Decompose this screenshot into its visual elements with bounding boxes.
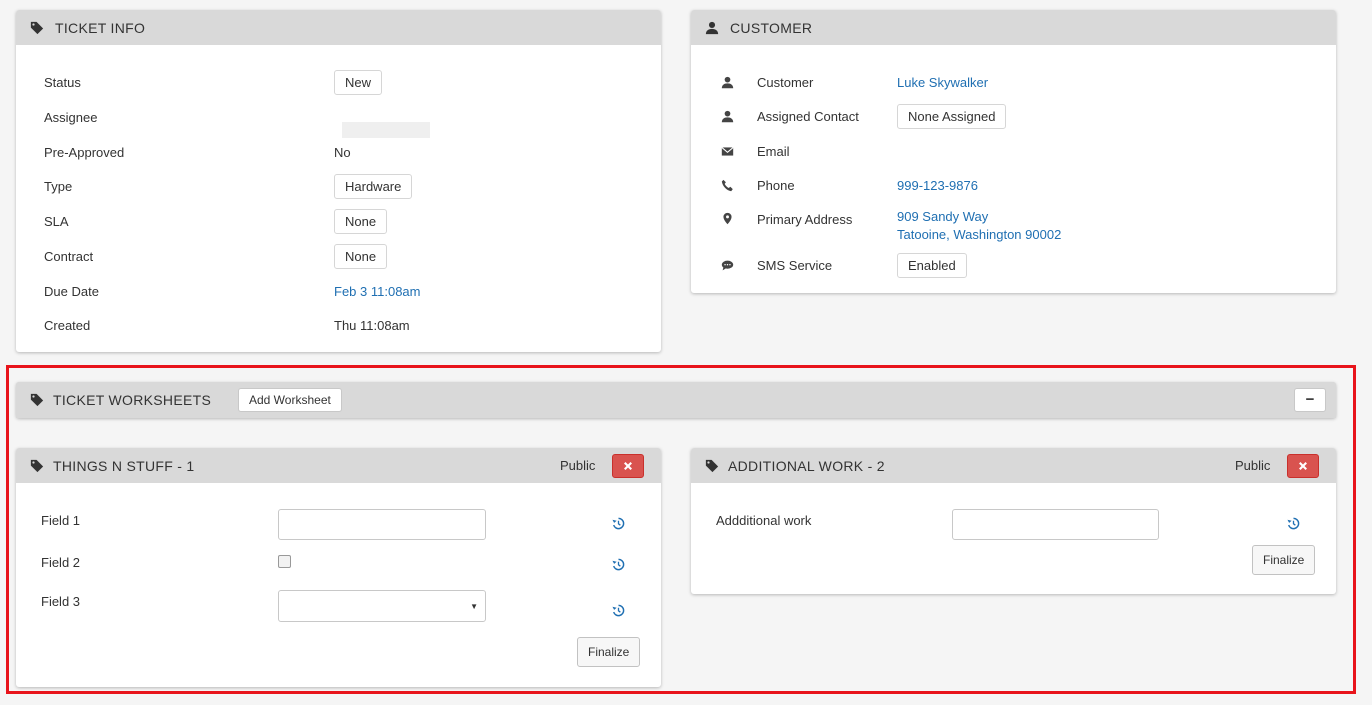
field-2-label: Field 2	[41, 555, 81, 570]
ticket-worksheets-title: TICKET WORKSHEETS	[53, 392, 212, 408]
pre-approved-label: Pre-Approved	[44, 145, 125, 160]
history-icon[interactable]	[612, 517, 625, 530]
status-value: New	[334, 70, 383, 95]
worksheet-panel-1: THINGS N STUFF - 1 Public Field 1 Field …	[16, 448, 661, 687]
finalize-worksheet-2-button[interactable]: Finalize	[1252, 545, 1316, 575]
worksheet-1-visibility: Public	[560, 458, 596, 473]
sms-service-value[interactable]: Enabled	[897, 253, 967, 278]
assigned-contact-value[interactable]: None Assigned	[897, 104, 1007, 129]
close-icon	[1299, 462, 1307, 470]
status-label: Status	[44, 75, 81, 90]
worksheet-1-header: THINGS N STUFF - 1 Public	[16, 448, 661, 483]
sla-value: None	[334, 209, 388, 234]
assignee-label: Assignee	[44, 110, 98, 125]
worksheet-1-title: THINGS N STUFF - 1	[53, 457, 195, 474]
contract-label: Contract	[44, 249, 94, 264]
customer-panel: CUSTOMER Customer Luke Skywalker Assigne…	[691, 10, 1336, 293]
sms-service-label: SMS Service	[757, 258, 833, 273]
customer-label: Customer	[757, 75, 814, 90]
ticket-info-header: TICKET INFO	[16, 10, 661, 45]
tag-icon	[30, 459, 44, 473]
created-value: Thu 11:08am	[334, 318, 410, 333]
pre-approved-value: No	[334, 145, 351, 160]
type-label: Type	[44, 179, 73, 194]
caret-down-icon: ▼	[470, 602, 478, 611]
type-value: Hardware	[334, 174, 413, 199]
comment-icon	[721, 259, 735, 273]
tag-icon	[705, 459, 719, 473]
due-date-link[interactable]: Feb 3 11:08am	[334, 284, 420, 299]
additional-work-label: Addditional work	[716, 513, 812, 528]
worksheet-2-visibility: Public	[1235, 458, 1271, 473]
primary-address-label: Primary Address	[757, 212, 853, 227]
worksheet-2-header: ADDITIONAL WORK - 2 Public	[691, 448, 1336, 483]
address-line2-link[interactable]: Tatooine, Washington 90002	[897, 227, 1061, 242]
field-1-input[interactable]	[278, 509, 486, 540]
history-icon[interactable]	[612, 558, 625, 571]
contract-value: None	[334, 244, 388, 269]
envelope-icon	[721, 145, 735, 159]
collapse-button[interactable]: −	[1294, 388, 1326, 412]
ticket-worksheets-header: TICKET WORKSHEETS Add Worksheet −	[16, 382, 1336, 418]
phone-icon	[721, 179, 735, 193]
customer-name-link[interactable]: Luke Skywalker	[897, 75, 988, 90]
add-worksheet-button[interactable]: Add Worksheet	[238, 388, 342, 412]
field-1-label: Field 1	[41, 513, 81, 528]
worksheet-panel-2: ADDITIONAL WORK - 2 Public Addditional w…	[691, 448, 1336, 594]
ticket-worksheets-bar: TICKET WORKSHEETS Add Worksheet −	[16, 382, 1336, 418]
sla-label: SLA	[44, 214, 69, 229]
close-icon	[624, 462, 632, 470]
history-icon[interactable]	[612, 604, 625, 617]
email-label: Email	[757, 144, 790, 159]
map-marker-icon	[721, 212, 735, 226]
user-icon	[705, 21, 719, 35]
phone-label: Phone	[757, 178, 795, 193]
additional-work-input[interactable]	[952, 509, 1159, 540]
created-label: Created	[44, 318, 91, 333]
due-date-label: Due Date	[44, 284, 99, 299]
field-3-select[interactable]: ▼	[278, 590, 486, 622]
user-icon	[721, 110, 735, 124]
assigned-contact-label: Assigned Contact	[757, 109, 859, 124]
history-icon[interactable]	[1287, 517, 1300, 530]
ticket-info-panel: TICKET INFO Status New Assignee Pre-Appr…	[16, 10, 661, 352]
phone-link[interactable]: 999-123-9876	[897, 178, 978, 193]
field-2-checkbox[interactable]	[278, 555, 291, 568]
user-icon	[721, 76, 735, 90]
tag-icon	[30, 393, 44, 407]
delete-worksheet-2-button[interactable]	[1287, 454, 1319, 478]
ticket-info-title: TICKET INFO	[55, 19, 146, 36]
address-line1-link[interactable]: 909 Sandy Way	[897, 209, 988, 224]
tag-icon	[30, 21, 44, 35]
field-3-label: Field 3	[41, 594, 81, 609]
worksheet-2-title: ADDITIONAL WORK - 2	[728, 457, 885, 474]
customer-title: CUSTOMER	[730, 19, 813, 36]
delete-worksheet-1-button[interactable]	[612, 454, 644, 478]
customer-header: CUSTOMER	[691, 10, 1336, 45]
finalize-worksheet-1-button[interactable]: Finalize	[577, 637, 641, 667]
assignee-value[interactable]	[342, 122, 430, 138]
